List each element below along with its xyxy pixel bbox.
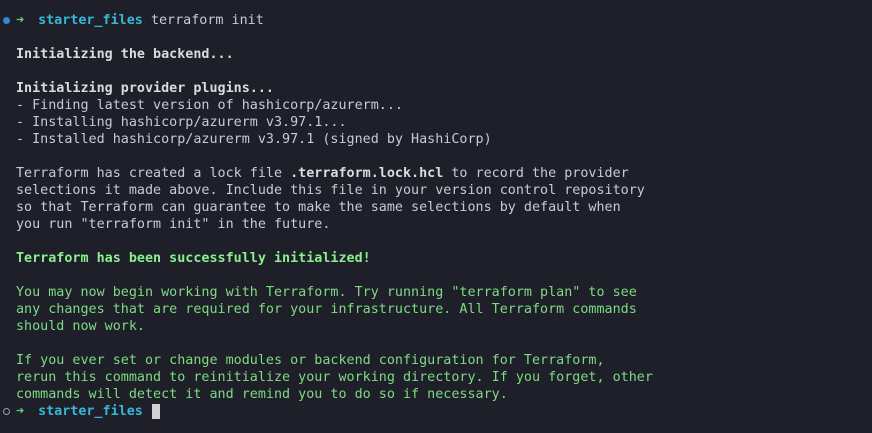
prompt-arrow-icon: ➜ <box>16 404 25 419</box>
command-text: terraform init <box>150 13 264 28</box>
modules-line: If you ever set or change modules or bac… <box>16 353 605 368</box>
lock-file-line: Terraform has created a lock file .terra… <box>16 165 629 182</box>
status-dot-icon <box>3 408 10 415</box>
begin-line: should now work. <box>16 319 145 334</box>
plugins-heading: Initializing provider plugins... <box>16 81 274 96</box>
lock-file-name: .terraform.lock.hcl <box>290 166 444 181</box>
begin-line: You may now begin working with Terraform… <box>16 285 637 300</box>
terminal-window[interactable]: ➜ starter_files terraform init Initializ… <box>0 0 872 433</box>
prompt-arrow-icon: ➜ <box>16 13 25 28</box>
success-message: Terraform has been successfully initiali… <box>16 251 371 266</box>
plugin-line: - Finding latest version of hashicorp/az… <box>16 98 403 113</box>
lock-line: you run "terraform init" in the future. <box>16 217 331 232</box>
prompt-line-2[interactable]: ➜ starter_files <box>0 403 160 420</box>
modules-line: commands will detect it and remind you t… <box>16 387 508 402</box>
lock-post-text: to record the provider <box>443 166 629 181</box>
prompt-line-1: ➜ starter_files terraform init <box>0 12 264 29</box>
prompt-directory: starter_files <box>38 13 143 28</box>
plugin-line: - Installing hashicorp/azurerm v3.97.1..… <box>16 115 347 130</box>
prompt-directory: starter_files <box>38 404 143 419</box>
lock-line: selections it made above. Include this f… <box>16 183 645 198</box>
status-dot-icon <box>3 17 10 24</box>
lock-pre-text: Terraform has created a lock file <box>16 166 291 181</box>
backend-line: Initializing the backend... <box>16 47 234 62</box>
lock-line: so that Terraform can guarantee to make … <box>16 200 621 215</box>
plugin-line: - Installed hashicorp/azurerm v3.97.1 (s… <box>16 132 492 147</box>
begin-line: any changes that are required for your i… <box>16 302 637 317</box>
text-cursor[interactable] <box>151 404 160 419</box>
modules-line: rerun this command to reinitialize your … <box>16 370 653 385</box>
prompt-command: terraform init <box>143 12 264 29</box>
